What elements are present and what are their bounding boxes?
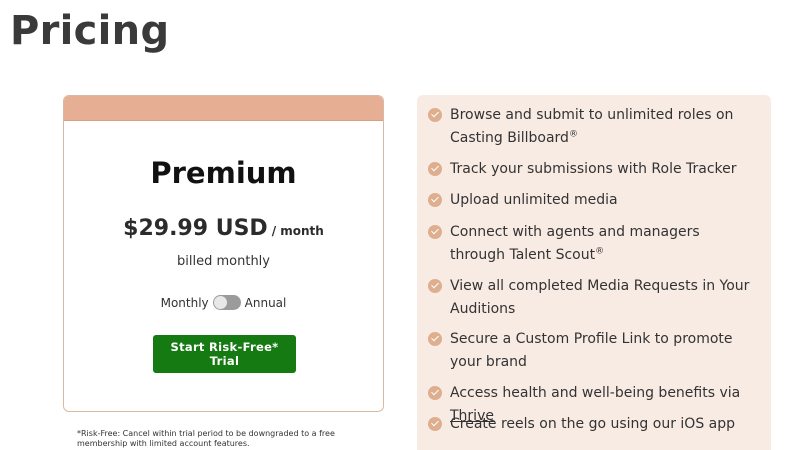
plan-card-header-band — [64, 96, 383, 121]
feature-item: Connect with agents and managers through… — [428, 222, 758, 266]
toggle-knob — [213, 296, 227, 309]
feature-text: View all completed Media Requests in You… — [450, 278, 750, 317]
risk-free-footnote: *Risk-Free: Cancel within trial period t… — [77, 429, 335, 448]
billing-note: billed monthly — [177, 254, 270, 269]
feature-item: Upload unlimited media — [428, 190, 758, 212]
price-period: / month — [271, 224, 324, 238]
check-circle-icon — [428, 225, 442, 239]
price-amount: $29.99 USD — [123, 216, 268, 241]
billing-toggle-row: Monthly Annual — [64, 295, 383, 310]
feature-item: Create reels on the go using our iOS app — [428, 414, 758, 436]
registered-mark: ® — [595, 245, 605, 256]
feature-text: Create reels on the go using our iOS app — [450, 416, 736, 432]
page-title: Pricing — [10, 8, 170, 54]
registered-mark: ® — [568, 128, 578, 139]
features-panel: Browse and submit to unlimited roles on … — [417, 95, 771, 450]
check-circle-icon — [428, 108, 442, 122]
feature-item: Browse and submit to unlimited roles on … — [428, 105, 758, 149]
feature-text: Connect with agents and managers through… — [450, 224, 700, 263]
check-circle-icon — [428, 332, 442, 346]
check-circle-icon — [428, 386, 442, 400]
annual-label[interactable]: Annual — [245, 296, 287, 310]
plan-card: Premium $29.99 USD / month billed monthly… — [63, 95, 384, 412]
feature-text: Upload unlimited media — [450, 192, 618, 208]
billing-period-toggle[interactable] — [212, 295, 241, 310]
check-circle-icon — [428, 162, 442, 176]
feature-item: Track your submissions with Role Tracker — [428, 159, 758, 181]
feature-item: View all completed Media Requests in You… — [428, 276, 758, 320]
feature-text: Secure a Custom Profile Link to promote … — [450, 331, 733, 370]
monthly-label[interactable]: Monthly — [161, 296, 209, 310]
check-circle-icon — [428, 417, 442, 431]
pricing-page: Pricing Premium $29.99 USD / month billed… — [0, 0, 800, 450]
check-circle-icon — [428, 279, 442, 293]
feature-text: Track your submissions with Role Tracker — [450, 161, 737, 177]
check-circle-icon — [428, 193, 442, 207]
feature-item: Secure a Custom Profile Link to promote … — [428, 329, 758, 373]
price-row: $29.99 USD / month — [64, 216, 383, 241]
feature-text: Browse and submit to unlimited roles on … — [450, 107, 734, 146]
start-trial-button[interactable]: Start Risk-Free* Trial — [153, 335, 296, 373]
plan-name: Premium — [150, 156, 297, 190]
